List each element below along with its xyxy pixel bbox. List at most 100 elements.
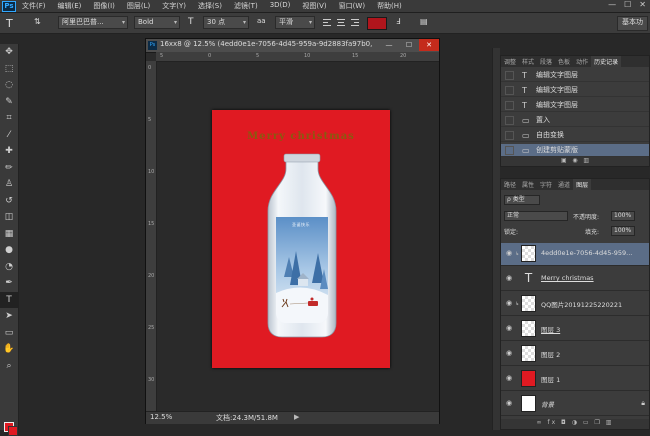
layer-name[interactable]: 图层 1 (541, 374, 645, 384)
document-tab[interactable]: Ps 16xx8 @ 12.5% (4edd0e1e-7056-4d45-959… (146, 39, 439, 53)
doc-maximize-button[interactable]: ☐ (399, 39, 419, 51)
menu-item[interactable]: 滤镜(T) (228, 1, 264, 11)
character-panel-icon[interactable]: ▤ (420, 17, 428, 26)
menu-item[interactable]: 选择(S) (192, 1, 228, 11)
clone-stamp-icon[interactable]: ♙ (0, 176, 18, 193)
maximize-button[interactable]: ☐ (624, 0, 631, 9)
layer-name[interactable]: 4edd0e1e-7056-4d45-959... (541, 249, 645, 257)
panel-tab[interactable]: 段落 (537, 56, 555, 67)
adjustment-icon[interactable]: ◑ (572, 419, 579, 426)
history-row[interactable]: T 编辑文字图层 (501, 84, 649, 97)
layer-filter-select[interactable]: ρ 类型 (504, 195, 540, 205)
folder-icon[interactable]: ▭ (583, 419, 591, 426)
eye-icon[interactable]: ◉ (506, 399, 512, 407)
opacity-input[interactable]: 100% (611, 211, 635, 221)
antialias-select[interactable]: 平滑 ▾ (275, 16, 315, 29)
fx-icon[interactable]: fx (547, 419, 557, 426)
menu-item[interactable]: 文件(F) (16, 1, 52, 11)
layer-name[interactable]: QQ图片20191225220221 (541, 299, 645, 309)
layer-row[interactable]: ◉ 图层 1 (501, 368, 649, 391)
collapsed-panel-strip[interactable] (492, 48, 500, 430)
move-tool-icon[interactable]: ✥ (0, 44, 18, 61)
layer-row[interactable]: ◉ 图层 2 (501, 343, 649, 366)
panel-tab[interactable]: 调整 (501, 56, 519, 67)
panel-tab[interactable]: 色板 (555, 56, 573, 67)
panel-tab[interactable]: 动作 (573, 56, 591, 67)
layer-name[interactable]: 图层 2 (541, 349, 645, 359)
history-checkbox[interactable] (505, 85, 514, 95)
marquee-tool-icon[interactable]: ⬚ (0, 61, 18, 78)
eye-icon[interactable]: ◉ (506, 249, 512, 257)
panel-tab[interactable]: 属性 (519, 179, 537, 190)
new-layer-icon[interactable]: ❐ (594, 419, 601, 426)
zoom-tool-icon[interactable]: ⌕ (0, 358, 18, 375)
workspace-select[interactable]: 基本功 (617, 16, 648, 31)
menu-item[interactable]: 图像(I) (87, 1, 121, 11)
panel-tab[interactable]: 历史记录 (591, 56, 622, 67)
quick-select-tool-icon[interactable]: ✎ (0, 94, 18, 111)
chevron-right-icon[interactable]: ▶ (294, 413, 299, 421)
menu-item[interactable]: 3D(D) (264, 1, 297, 11)
history-checkbox[interactable] (505, 130, 514, 140)
pen-tool-icon[interactable]: ✒ (0, 275, 18, 292)
menu-item[interactable]: 窗口(W) (333, 1, 371, 11)
history-checkbox[interactable] (505, 115, 514, 125)
panel-tab[interactable]: 通道 (555, 179, 573, 190)
eye-icon[interactable]: ◉ (506, 349, 512, 357)
font-family-select[interactable]: 阿里巴巴普... ▾ (58, 16, 128, 29)
blur-tool-icon[interactable]: ● (0, 242, 18, 259)
panel-tab[interactable]: 样式 (519, 56, 537, 67)
history-row[interactable]: ▭ 创建剪贴蒙版 (501, 144, 649, 157)
align-right-icon[interactable] (350, 17, 361, 28)
snapshot-icon[interactable]: ▣ (561, 157, 567, 164)
text-color-swatch[interactable] (367, 17, 387, 30)
trash-icon[interactable]: ▥ (606, 419, 614, 426)
doc-close-button[interactable]: ✕ (419, 39, 439, 51)
align-left-icon[interactable] (322, 17, 333, 28)
canvas-area[interactable]: Merry christmas 圣诞快乐 (157, 62, 439, 410)
hand-tool-icon[interactable]: ✋ (0, 341, 18, 358)
eye-icon[interactable]: ◉ (506, 274, 512, 282)
horizontal-ruler[interactable]: 5 0 5 10 15 20 (156, 52, 439, 62)
menu-item[interactable]: 文字(Y) (156, 1, 192, 11)
panel-tab[interactable]: 字符 (537, 179, 555, 190)
layer-name[interactable]: 背景 (541, 399, 645, 409)
font-style-select[interactable]: Bold ▾ (134, 16, 180, 29)
history-checkbox[interactable] (505, 145, 514, 155)
eyedropper-tool-icon[interactable]: ⁄ (0, 127, 18, 144)
history-brush-icon[interactable]: ↺ (0, 193, 18, 210)
eraser-tool-icon[interactable]: ◫ (0, 209, 18, 226)
crop-tool-icon[interactable]: ⌗ (0, 110, 18, 127)
artboard[interactable]: Merry christmas 圣诞快乐 (212, 110, 390, 368)
layer-row[interactable]: ◉ 背景 🔒︎ (501, 393, 649, 416)
background-color-swatch[interactable] (8, 426, 18, 436)
healing-brush-icon[interactable]: ✚ (0, 143, 18, 160)
path-select-icon[interactable]: ➤ (0, 308, 18, 325)
history-row[interactable]: T 编辑文字图层 (501, 69, 649, 82)
menu-item[interactable]: 编辑(E) (52, 1, 88, 11)
dodge-tool-icon[interactable]: ◔ (0, 259, 18, 276)
camera-icon[interactable]: ◉ (572, 157, 577, 164)
layer-row[interactable]: ◉ ↳ QQ图片20191225220221 (501, 293, 649, 316)
gradient-tool-icon[interactable]: ▦ (0, 226, 18, 243)
panel-tab[interactable]: 图层 (573, 179, 592, 190)
fill-input[interactable]: 100% (611, 226, 635, 236)
document-size-info[interactable]: 文档:24.3M/51.8M (216, 413, 278, 423)
history-row[interactable]: T 编辑文字图层 (501, 99, 649, 112)
link-icon[interactable]: ∞ (537, 419, 544, 426)
layer-row[interactable]: ◉ ↳ 4edd0e1e-7056-4d45-959... (501, 243, 649, 266)
type-tool-icon[interactable]: T (0, 291, 18, 308)
eye-icon[interactable]: ◉ (506, 324, 512, 332)
zoom-level[interactable]: 12.5% (150, 413, 172, 421)
panel-tab[interactable]: 路径 (501, 179, 519, 190)
align-center-icon[interactable] (336, 17, 347, 28)
eye-icon[interactable]: ◉ (506, 299, 512, 307)
menu-item[interactable]: 图层(L) (121, 1, 156, 11)
layer-row[interactable]: ◉ 图层 3 (501, 318, 649, 341)
history-checkbox[interactable] (505, 100, 514, 110)
history-checkbox[interactable] (505, 70, 514, 80)
layer-name[interactable]: Merry christmas (541, 274, 645, 282)
blend-mode-select[interactable]: 正常 (504, 211, 568, 221)
eye-icon[interactable]: ◉ (506, 374, 512, 382)
mask-icon[interactable]: ◘ (561, 419, 568, 426)
